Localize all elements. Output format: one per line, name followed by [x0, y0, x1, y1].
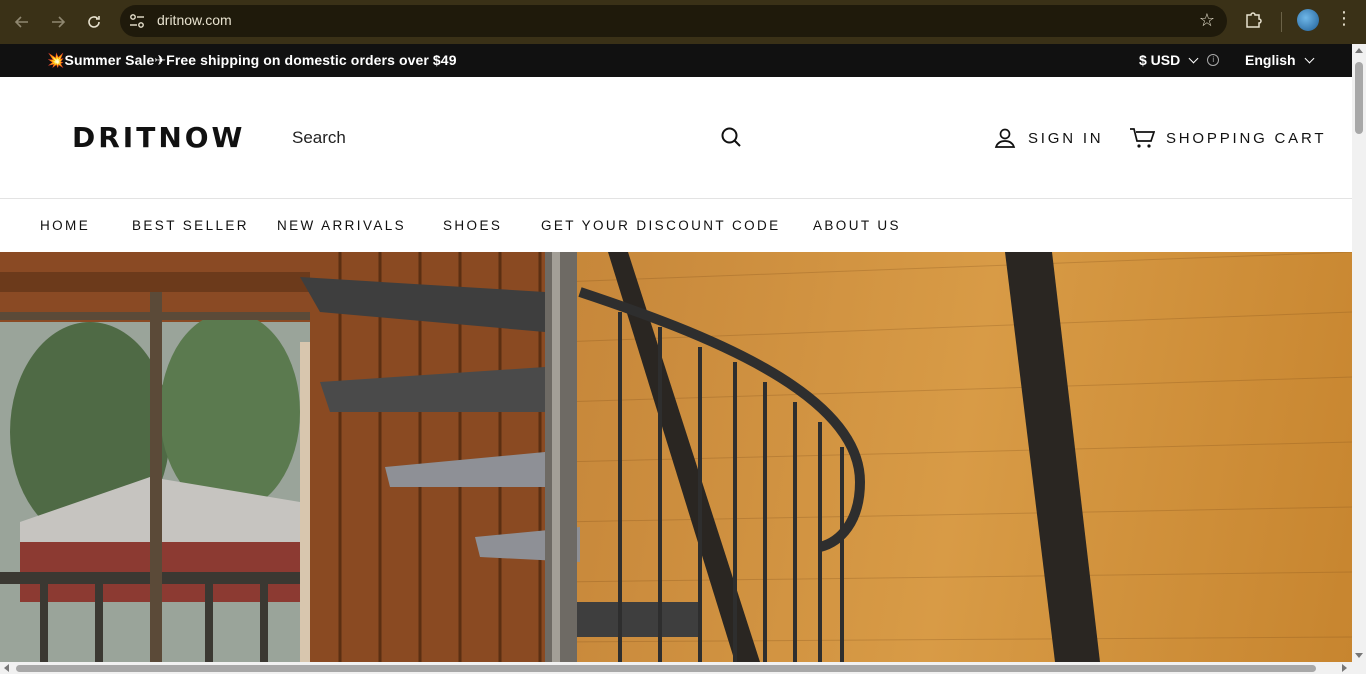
address-bar[interactable]: dritnow.com ☆ [120, 5, 1227, 37]
nav-item-new-arrivals[interactable]: NEW ARRIVALS [277, 218, 406, 233]
shopping-cart-link[interactable]: SHOPPING CART [1129, 127, 1326, 149]
scrollbar-thumb[interactable] [16, 665, 1316, 672]
cart-icon [1130, 128, 1155, 148]
scroll-left-icon[interactable] [4, 664, 9, 672]
info-icon[interactable]: i [1207, 54, 1220, 66]
star-icon[interactable]: ☆ [1199, 10, 1215, 31]
main-navigation: HOME BEST SELLER NEW ARRIVALS SHOES GET … [0, 200, 1352, 252]
scroll-up-icon[interactable] [1355, 48, 1363, 53]
chevron-down-icon [1188, 53, 1199, 63]
sign-in-label: SIGN IN [1028, 129, 1104, 147]
search-input[interactable] [282, 121, 752, 155]
announcement-message: 💥Summer Sale✈Free shipping on domestic o… [47, 52, 457, 68]
spiral-staircase-cabin-photo [0, 252, 1352, 662]
browser-toolbar: dritnow.com ☆ ⋮ [0, 0, 1366, 44]
forward-arrow-icon[interactable] [40, 4, 76, 40]
scroll-right-icon[interactable] [1342, 664, 1347, 672]
nav-item-best-seller[interactable]: BEST SELLER [132, 218, 249, 233]
nav-item-discount-code[interactable]: GET YOUR DISCOUNT CODE [541, 218, 781, 233]
search-icon[interactable] [720, 126, 742, 148]
scrollbar-thumb[interactable] [1355, 62, 1363, 134]
vertical-scrollbar[interactable] [1352, 44, 1366, 662]
cart-label: SHOPPING CART [1166, 129, 1327, 147]
tune-icon[interactable] [128, 12, 146, 30]
toolbar-divider [1281, 12, 1282, 32]
language-label: English [1245, 52, 1296, 68]
hero-banner[interactable] [0, 252, 1352, 662]
language-selector[interactable]: English [1245, 52, 1315, 68]
nav-item-about-us[interactable]: ABOUT US [813, 218, 901, 233]
site-header: DRITNOW SIGN IN SHOPPING CART [0, 77, 1352, 199]
avatar[interactable] [1297, 9, 1319, 31]
sign-in-link[interactable]: SIGN IN [994, 127, 1103, 149]
nav-item-home[interactable]: HOME [40, 218, 90, 233]
currency-selector[interactable]: $ USD i [1139, 52, 1220, 68]
site-logo[interactable]: DRITNOW [72, 121, 245, 154]
puzzle-icon[interactable] [1243, 9, 1265, 31]
url-text[interactable]: dritnow.com [157, 12, 232, 28]
back-arrow-icon[interactable] [4, 4, 40, 40]
user-icon [994, 128, 1016, 148]
announcement-bar: 💥Summer Sale✈Free shipping on domestic o… [0, 44, 1352, 77]
horizontal-scrollbar[interactable] [0, 662, 1366, 674]
currency-label: $ USD [1139, 52, 1181, 68]
chevron-down-icon [1304, 53, 1315, 63]
scroll-down-icon[interactable] [1355, 653, 1363, 658]
kebab-menu-icon[interactable]: ⋮ [1334, 8, 1354, 29]
reload-icon[interactable] [76, 4, 112, 40]
nav-item-shoes[interactable]: SHOES [443, 218, 502, 233]
